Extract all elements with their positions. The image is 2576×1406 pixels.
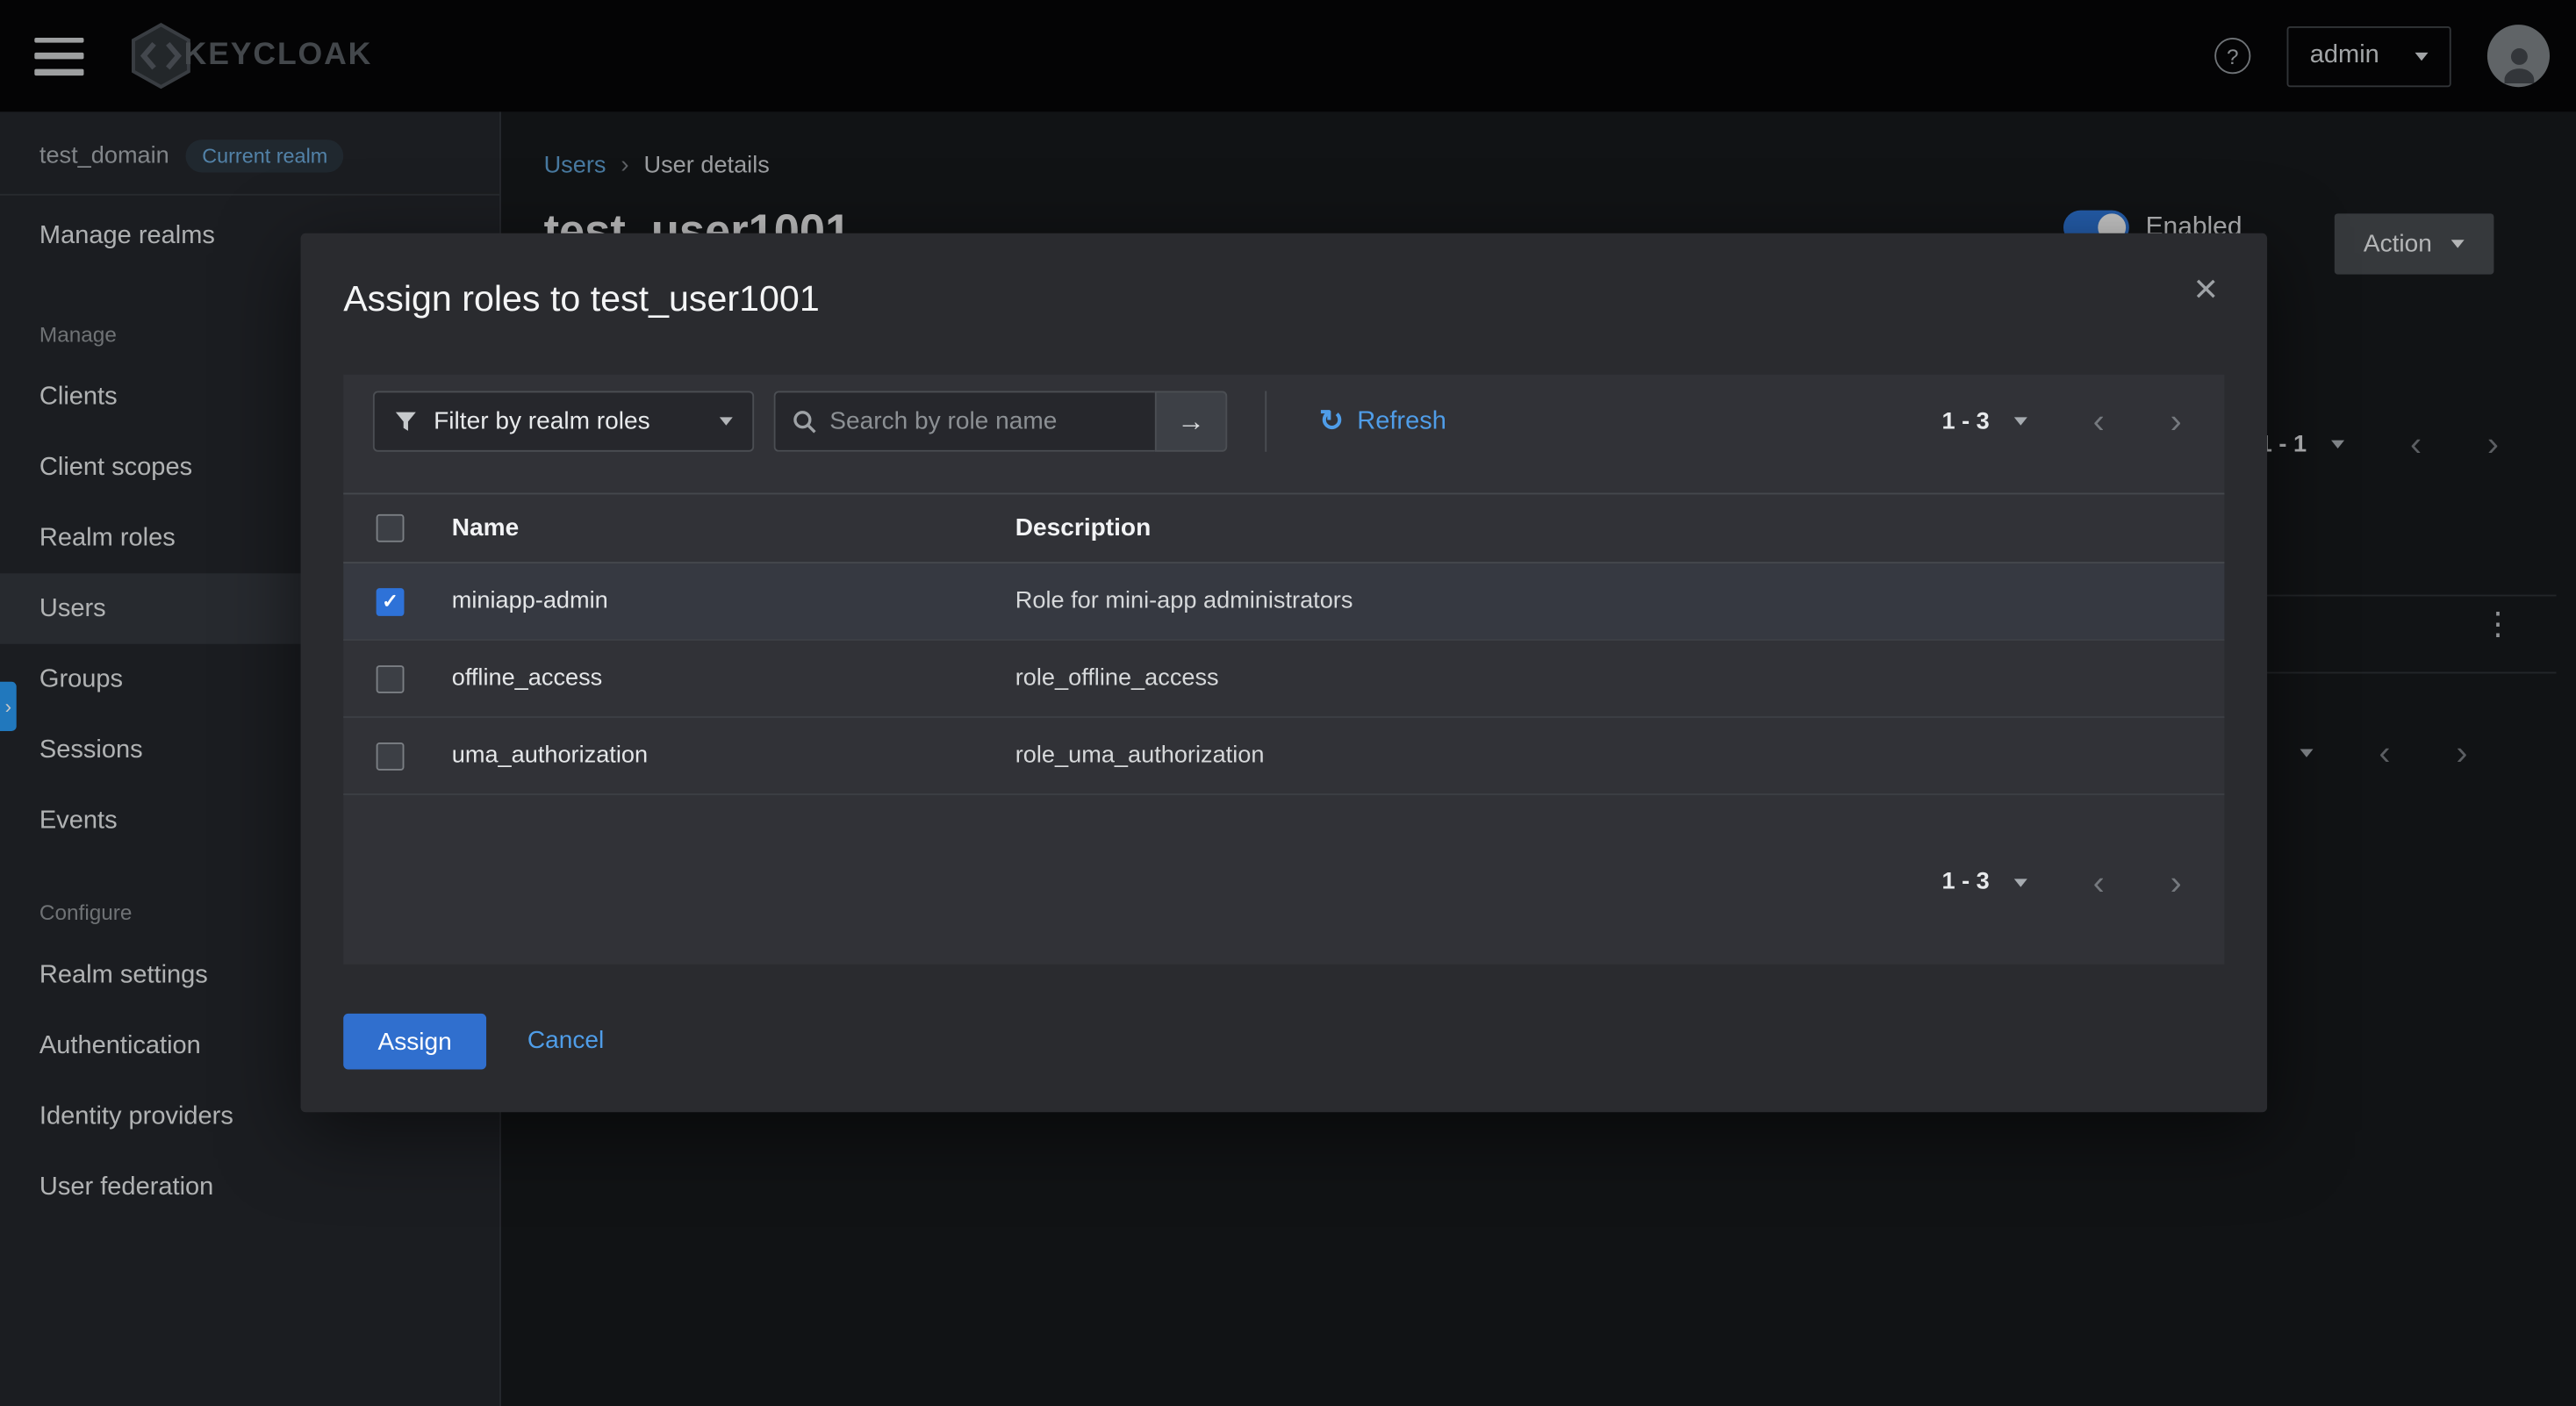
search-submit-button[interactable]: →: [1155, 391, 1227, 451]
role-checkbox[interactable]: [377, 742, 405, 770]
roles-table: Name Description miniapp-admin Role for …: [343, 493, 2224, 795]
role-row[interactable]: miniapp-admin Role for mini-app administ…: [343, 563, 2224, 641]
caret-down-icon: [2014, 878, 2027, 886]
close-icon[interactable]: ×: [2194, 269, 2218, 311]
refresh-label: Refresh: [1357, 406, 1446, 436]
role-description: role_uma_authorization: [1015, 742, 2225, 769]
assign-button[interactable]: Assign: [343, 1014, 486, 1070]
cancel-button[interactable]: Cancel: [527, 1027, 604, 1055]
role-description: Role for mini-app administrators: [1015, 588, 2225, 614]
role-checkbox-cell: [343, 587, 452, 615]
header-checkbox-cell: [343, 514, 452, 542]
caret-down-icon: [720, 417, 733, 425]
search-input-wrap: [774, 391, 1155, 451]
modal-pagination-top-next-button[interactable]: ›: [2171, 404, 2182, 438]
role-name: miniapp-admin: [452, 588, 1015, 614]
filter-dropdown-label: Filter by realm roles: [434, 407, 650, 435]
modal-pagination-top-prev-button[interactable]: ‹: [2093, 404, 2105, 438]
caret-down-icon: [2014, 417, 2027, 425]
filter-dropdown[interactable]: Filter by realm roles: [373, 391, 754, 451]
search-input[interactable]: [829, 407, 1138, 435]
search-group: →: [774, 391, 1228, 451]
role-row[interactable]: uma_authorization role_uma_authorization: [343, 718, 2224, 795]
modal-pagination-bottom-prev-button[interactable]: ‹: [2093, 865, 2105, 900]
role-row[interactable]: offline_access role_offline_access: [343, 641, 2224, 718]
screen: KEYCLOAK ? admin test_domain Current rea…: [0, 0, 2576, 1406]
modal-body-panel: Filter by realm roles → ↻ Refres: [343, 375, 2224, 965]
role-checkbox-cell: [343, 664, 452, 692]
refresh-button[interactable]: ↻ Refresh: [1319, 391, 1446, 451]
role-checkbox[interactable]: [377, 664, 405, 692]
filter-icon: [394, 410, 417, 433]
role-checkbox-cell: [343, 742, 452, 770]
refresh-icon: ↻: [1319, 404, 1344, 438]
modal-pagination-bottom-next-button[interactable]: ›: [2171, 865, 2182, 900]
modal-pagination-bottom-range: 1 - 3: [1941, 869, 1989, 895]
modal-pagination-top-range-button[interactable]: 1 - 3: [1941, 408, 2027, 434]
assign-roles-modal: Assign roles to test_user1001 × Filter b…: [301, 233, 2268, 1112]
modal-title: Assign roles to test_user1001: [343, 277, 820, 320]
role-name: offline_access: [452, 665, 1015, 692]
modal-pagination-top-range: 1 - 3: [1941, 408, 1989, 434]
role-name: uma_authorization: [452, 742, 1015, 769]
select-all-checkbox[interactable]: [377, 514, 405, 542]
role-checkbox[interactable]: [377, 587, 405, 615]
roles-table-header: Name Description: [343, 493, 2224, 563]
column-header-description: Description: [1015, 514, 2225, 542]
search-icon: [792, 409, 816, 434]
modal-pagination-bottom-range-button[interactable]: 1 - 3: [1941, 869, 2027, 895]
arrow-right-icon: →: [1177, 405, 1205, 437]
toolbar-divider: [1265, 391, 1266, 451]
role-description: role_offline_access: [1015, 665, 2225, 692]
modal-pagination-top: 1 - 3 ‹ ›: [1941, 391, 2181, 451]
modal-pagination-bottom: 1 - 3 ‹ ›: [1941, 848, 2181, 917]
column-header-name: Name: [452, 514, 1015, 542]
